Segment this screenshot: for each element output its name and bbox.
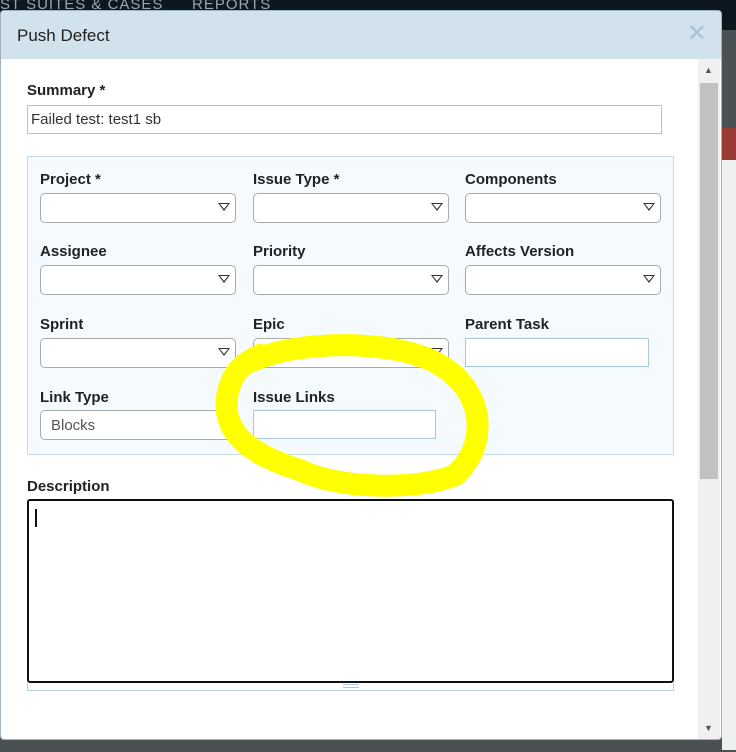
background-page: [722, 160, 736, 750]
scrollbar[interactable]: ▲ ▼: [698, 59, 720, 739]
project-select[interactable]: [40, 193, 236, 223]
assignee-label: Assignee: [40, 243, 107, 260]
epic-select[interactable]: [253, 338, 449, 368]
chevron-down-icon: [218, 203, 230, 211]
sprint-label: Sprint: [40, 316, 84, 333]
issue-links-input[interactable]: [253, 410, 436, 439]
chevron-down-icon: [218, 275, 230, 283]
chevron-down-icon: [431, 203, 443, 211]
priority-label: Priority: [253, 243, 306, 260]
issue-type-select[interactable]: [253, 193, 449, 223]
issue-links-label: Issue Links: [253, 389, 335, 406]
close-icon[interactable]: ✕: [687, 19, 707, 48]
project-label: Project *: [40, 171, 101, 188]
affects-version-label: Affects Version: [465, 243, 575, 260]
chevron-down-icon: [218, 348, 230, 356]
scrollbar-thumb[interactable]: [700, 83, 718, 479]
scroll-down-icon[interactable]: ▼: [704, 723, 713, 733]
components-label: Components: [465, 171, 557, 188]
components-select[interactable]: [465, 193, 661, 223]
chevron-down-icon: [431, 275, 443, 283]
priority-select[interactable]: [253, 265, 449, 295]
description-label: Description: [27, 478, 110, 495]
chevron-down-icon: [218, 420, 230, 428]
issue-type-label: Issue Type *: [253, 171, 340, 188]
sprint-select[interactable]: [40, 338, 236, 368]
resize-handle[interactable]: [27, 683, 674, 691]
link-type-select[interactable]: Blocks: [40, 410, 236, 440]
summary-input[interactable]: Failed test: test1 sb: [27, 105, 662, 134]
grip-icon: [343, 684, 359, 688]
link-type-value: Blocks: [51, 417, 96, 434]
affects-version-select[interactable]: [465, 265, 661, 295]
epic-label: Epic: [253, 316, 285, 333]
dialog-title: Push Defect: [17, 26, 110, 45]
parent-task-input[interactable]: [465, 338, 649, 367]
scroll-up-icon[interactable]: ▲: [704, 65, 713, 75]
chevron-down-icon: [431, 348, 443, 356]
dialog-header: Push Defect ✕: [1, 11, 721, 59]
chevron-down-icon: [643, 275, 655, 283]
text-cursor: [35, 509, 37, 527]
parent-task-label: Parent Task: [465, 316, 549, 333]
description-textarea[interactable]: [27, 499, 674, 683]
summary-label: Summary *: [27, 82, 106, 99]
background-close-button: [722, 128, 736, 160]
chevron-down-icon: [643, 203, 655, 211]
push-defect-dialog: Push Defect ✕ ▲ ▼ Summary * Failed test:…: [0, 10, 722, 740]
link-type-label: Link Type: [40, 389, 109, 406]
assignee-select[interactable]: [40, 265, 236, 295]
